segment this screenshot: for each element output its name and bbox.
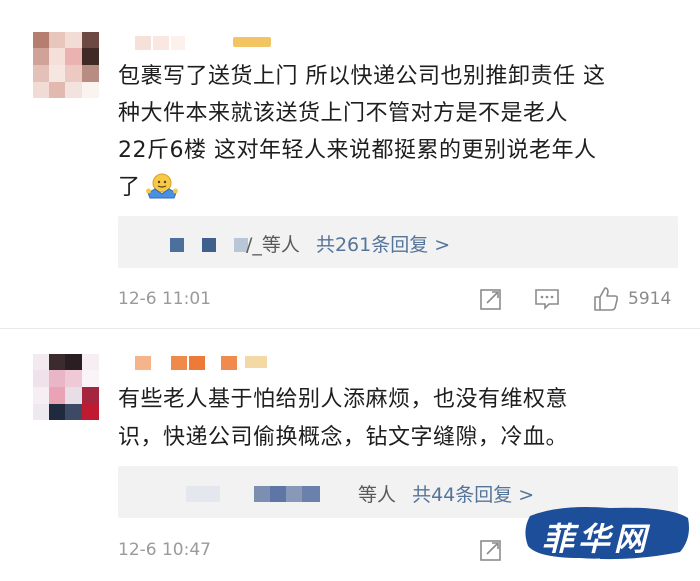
reply-users: 等人 [358,484,397,506]
timestamp: 12-6 10:47 [118,540,211,560]
share-icon[interactable] [479,538,503,562]
comment-icon[interactable] [534,287,560,311]
divider [0,328,700,329]
avatar[interactable] [33,32,99,98]
comment-text-line: 有些老人基于怕给别人添麻烦，也没有维权意 [118,387,569,412]
share-icon[interactable] [479,287,503,311]
watermark-text: 菲华网 [542,520,651,558]
reply-count-link[interactable]: 共261条回复 > [316,234,450,256]
comment-text-line: 包裹写了送货上门 所以快递公司也别推卸责任 这 [118,64,606,89]
reply-preview[interactable]: /_等人 共261条回复 > [118,216,678,268]
watermark-logo: 菲华网 [520,502,694,564]
comment-text-line: 种大件本来就该送货上门不管对方是不是老人 [118,101,569,126]
reply-count-link[interactable]: 共44条回复 > [412,484,534,506]
comment-text-line: 了 [118,175,141,200]
like-count: 5914 [628,289,672,309]
like-icon[interactable] [592,285,620,313]
comment-text-line: 识，快递公司偷换概念，钻文字缝隙，冷血。 [118,425,569,450]
avatar[interactable] [33,354,99,420]
reply-users: /_等人 [246,234,300,256]
shrug-emoji [146,173,178,199]
comment-text-line: 22斤6楼 这对年轻人来说都挺累的更别说老年人 [118,138,597,163]
timestamp: 12-6 11:01 [118,289,211,309]
username-blurred[interactable] [135,354,285,372]
username-blurred[interactable] [135,34,275,52]
